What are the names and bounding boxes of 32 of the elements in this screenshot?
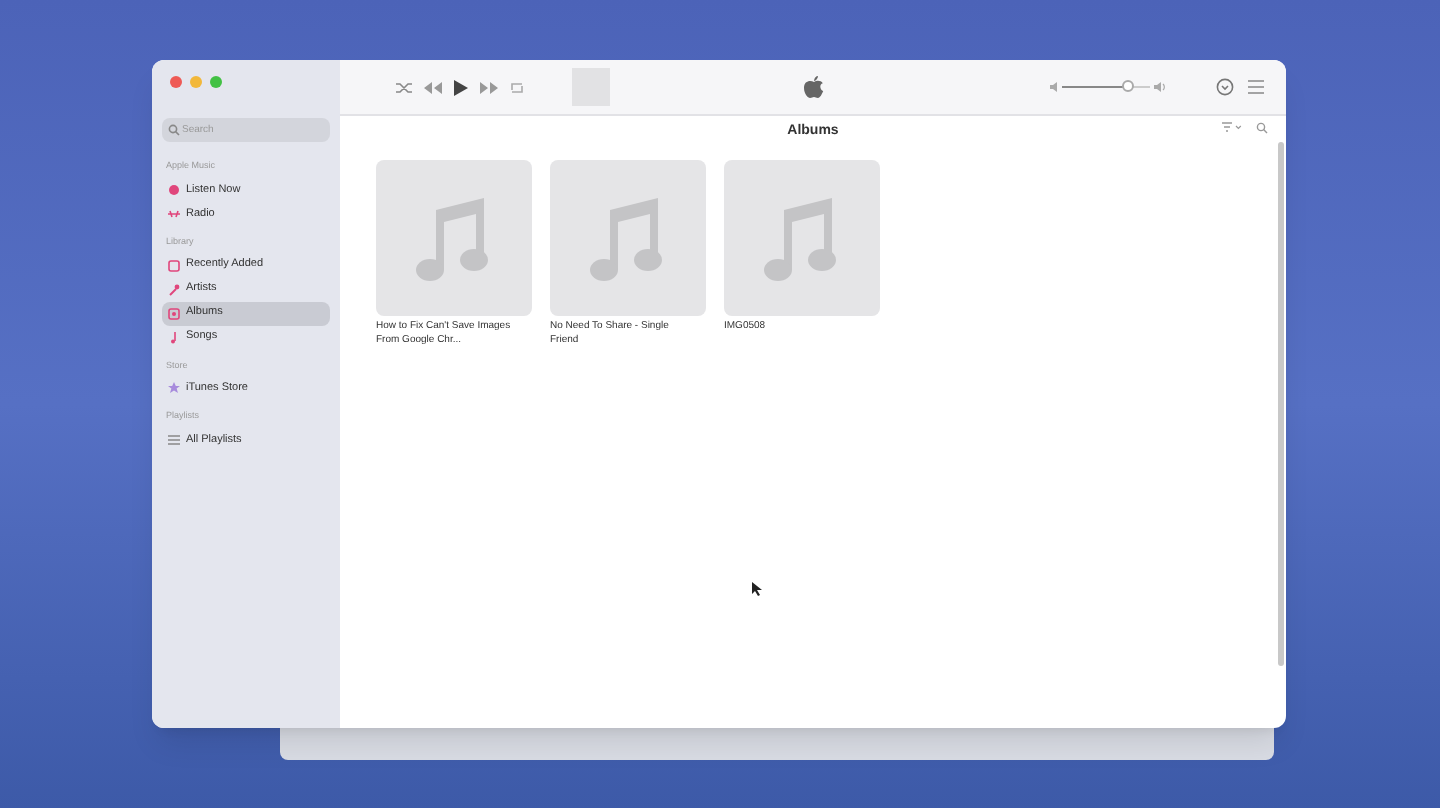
volume-slider[interactable] — [1062, 80, 1150, 92]
search-icon[interactable] — [1256, 122, 1268, 134]
music-note-icon — [764, 193, 840, 281]
speaker-icon — [1050, 81, 1058, 91]
minimize-button[interactable] — [190, 76, 202, 88]
microphone-icon — [168, 283, 180, 295]
album-artwork[interactable] — [376, 159, 532, 315]
radio-waves-icon — [168, 207, 180, 220]
music-note-icon — [168, 331, 180, 343]
music-note-icon — [590, 193, 666, 281]
previous-icon[interactable] — [424, 81, 442, 93]
list-icon[interactable] — [1248, 80, 1264, 94]
speaker-loud-icon — [1154, 81, 1166, 91]
close-button[interactable] — [170, 76, 182, 88]
play-icon[interactable] — [454, 79, 468, 95]
sort-icon[interactable] — [1222, 122, 1242, 132]
repeat-icon[interactable] — [510, 81, 524, 93]
logo-icon — [804, 76, 824, 98]
album-icon — [168, 307, 180, 319]
square-icon — [168, 259, 180, 271]
zoom-button[interactable] — [210, 76, 222, 88]
play-circle-icon — [168, 183, 180, 196]
star-icon — [168, 382, 180, 395]
shuffle-icon[interactable] — [396, 81, 412, 93]
next-icon[interactable] — [480, 81, 498, 93]
search-icon — [168, 124, 180, 136]
music-note-icon — [416, 193, 492, 281]
album-artwork[interactable] — [550, 159, 706, 315]
mouse-pointer-icon — [752, 582, 762, 596]
album-artwork[interactable] — [724, 159, 880, 315]
list-icon — [168, 434, 180, 446]
lyrics-icon[interactable] — [1216, 78, 1234, 96]
